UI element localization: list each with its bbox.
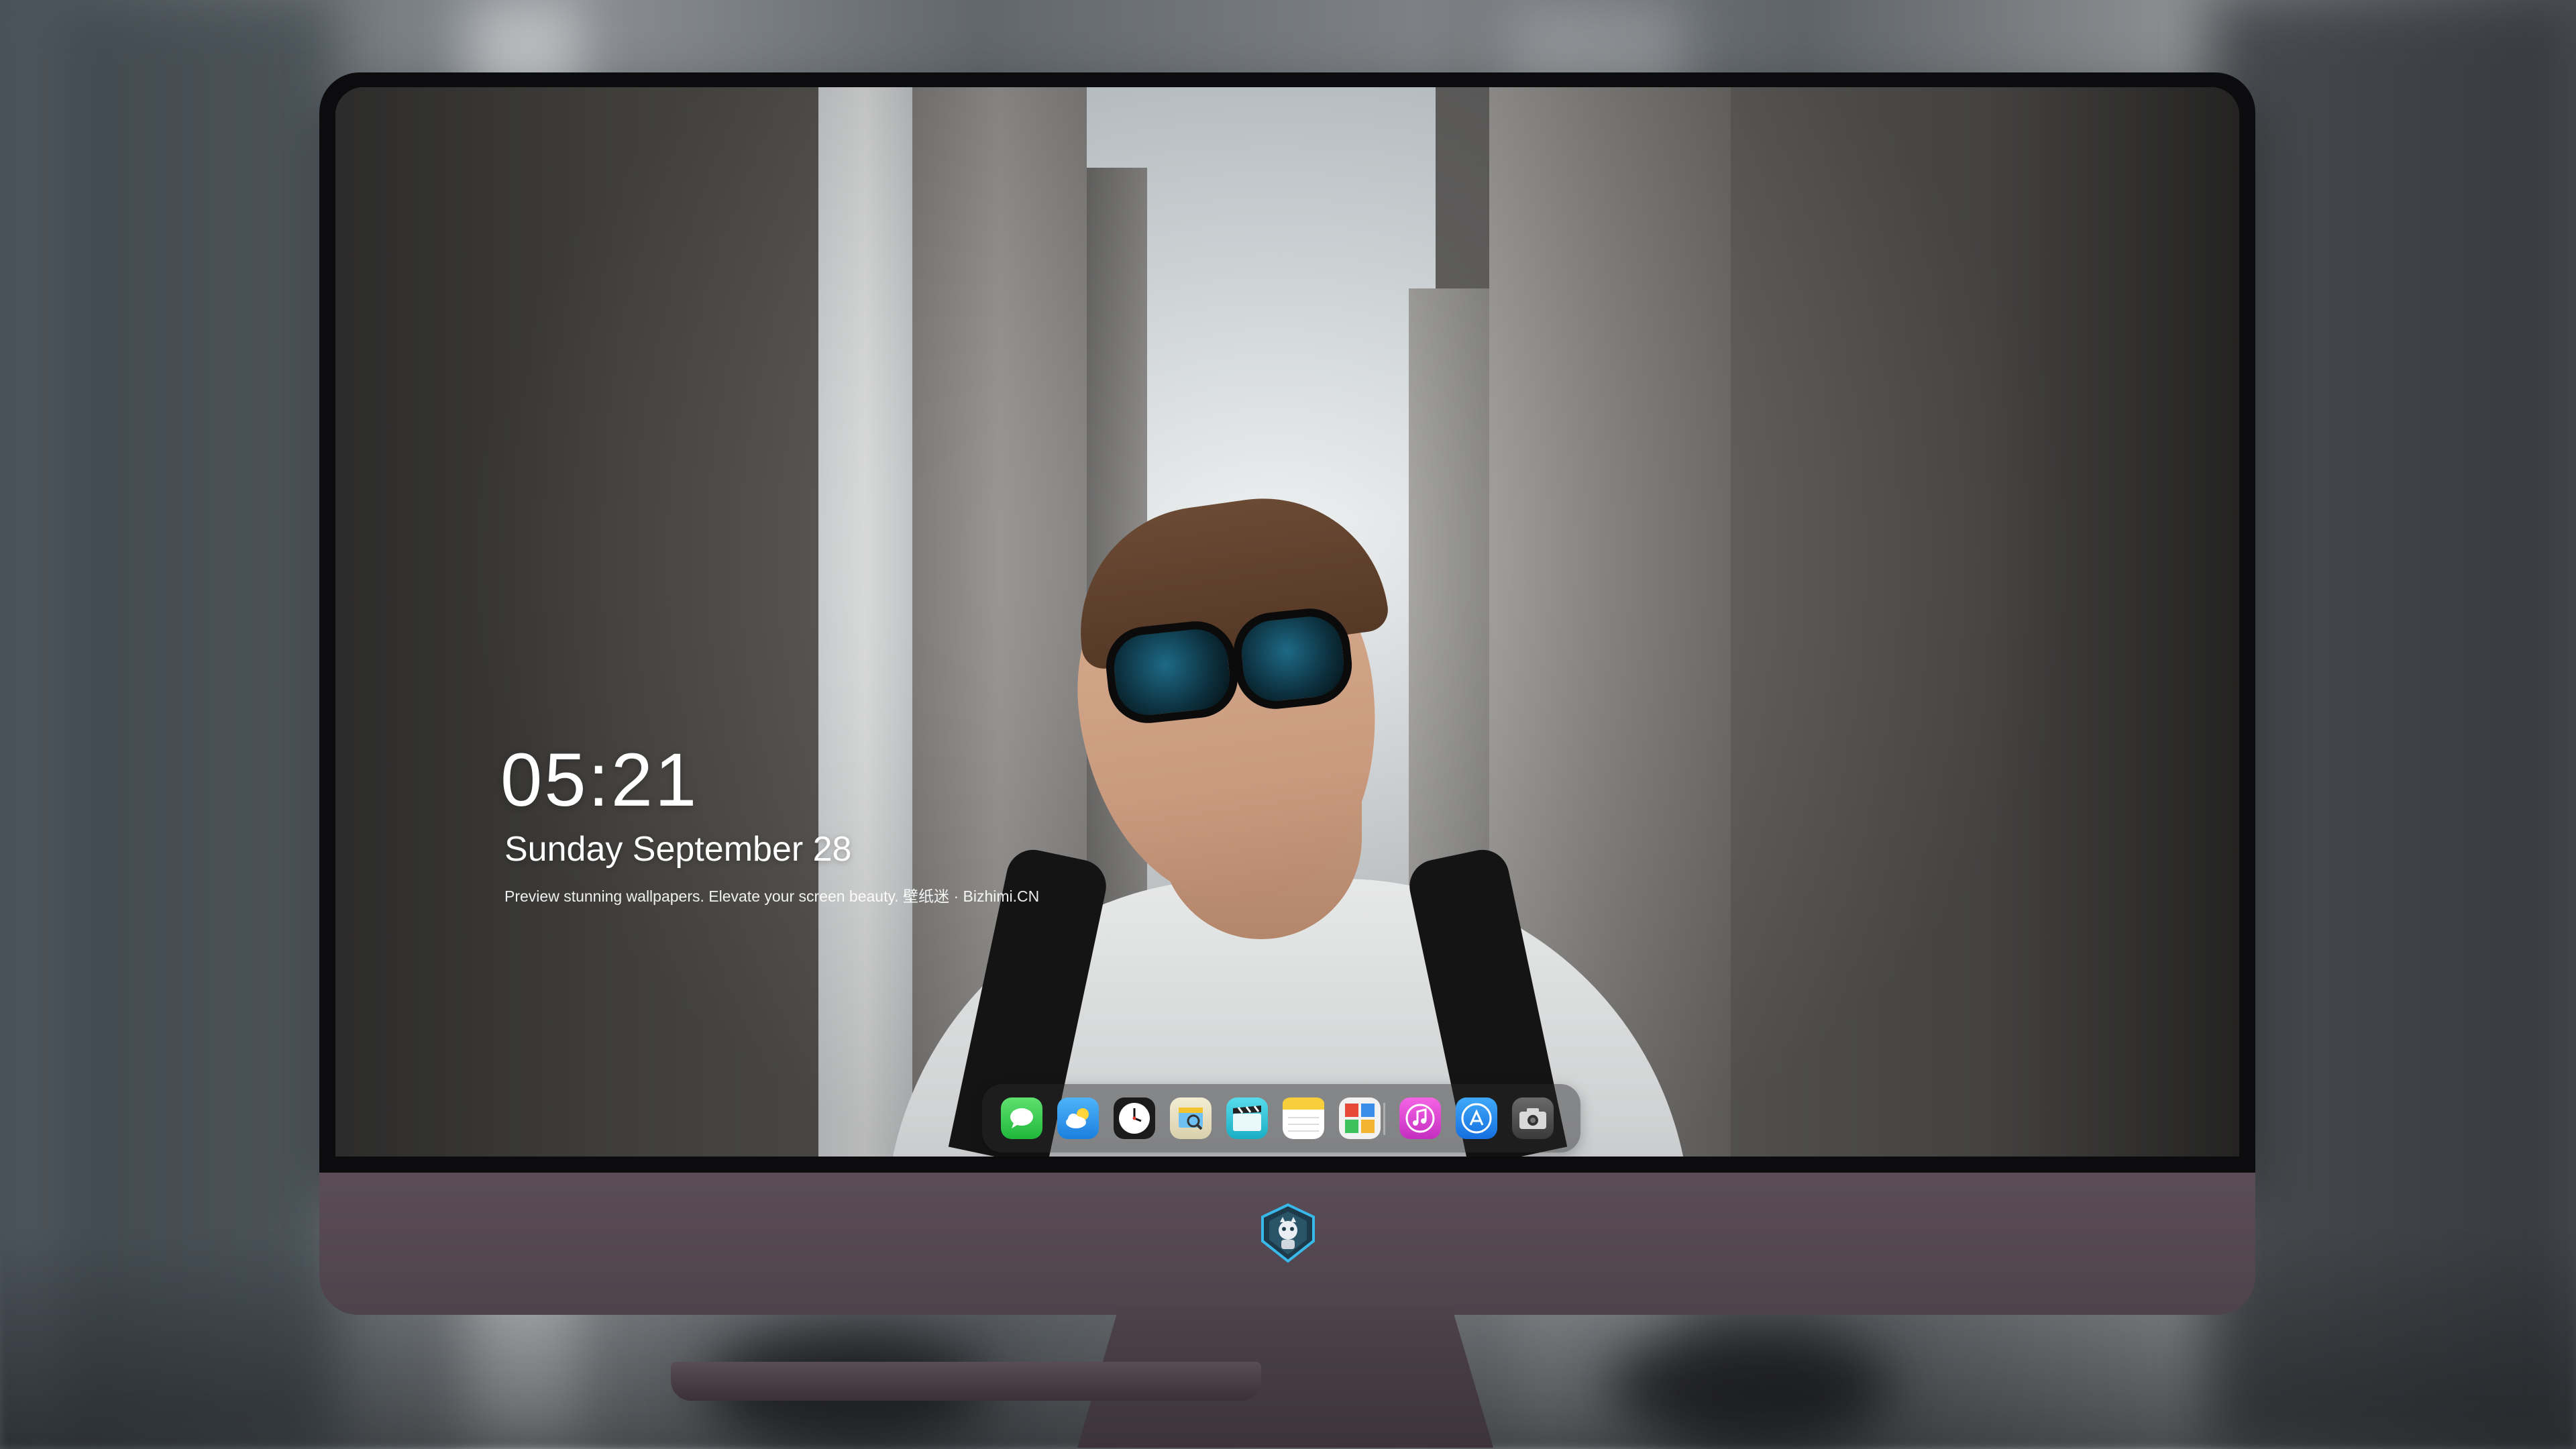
cloud-sun-icon[interactable] [1057, 1097, 1099, 1139]
background-pillar [2214, 0, 2576, 1449]
dock-separator [1383, 1103, 1385, 1135]
preview-icon[interactable] [1170, 1097, 1212, 1139]
photo-grid-icon[interactable] [1339, 1097, 1381, 1139]
notes-icon[interactable] [1283, 1097, 1324, 1139]
imac-monitor: 05:21 Sunday September 28 Preview stunni… [319, 72, 2255, 1448]
music-note-icon[interactable] [1399, 1097, 1441, 1139]
clock-icon[interactable] [1114, 1097, 1155, 1139]
lock-screen-date: Sunday September 28 [504, 830, 852, 869]
monitor-bezel: 05:21 Sunday September 28 Preview stunni… [319, 72, 2255, 1173]
camera-icon[interactable] [1512, 1097, 1554, 1139]
monitor-stand-base [671, 1362, 1261, 1401]
message-bubble-icon[interactable] [1001, 1097, 1042, 1139]
dock [982, 1084, 1580, 1152]
brand-logo-icon [1257, 1202, 1319, 1264]
clapperboard-icon[interactable] [1226, 1097, 1268, 1139]
app-store-icon[interactable] [1456, 1097, 1497, 1139]
lock-screen[interactable]: 05:21 Sunday September 28 Preview stunni… [335, 87, 2239, 1157]
background-shadow [1610, 1328, 1892, 1449]
wallpaper-caption: Preview stunning wallpapers. Elevate you… [504, 888, 1040, 905]
lock-screen-clock: 05:21 [500, 738, 699, 822]
background-pillar [54, 0, 335, 1449]
